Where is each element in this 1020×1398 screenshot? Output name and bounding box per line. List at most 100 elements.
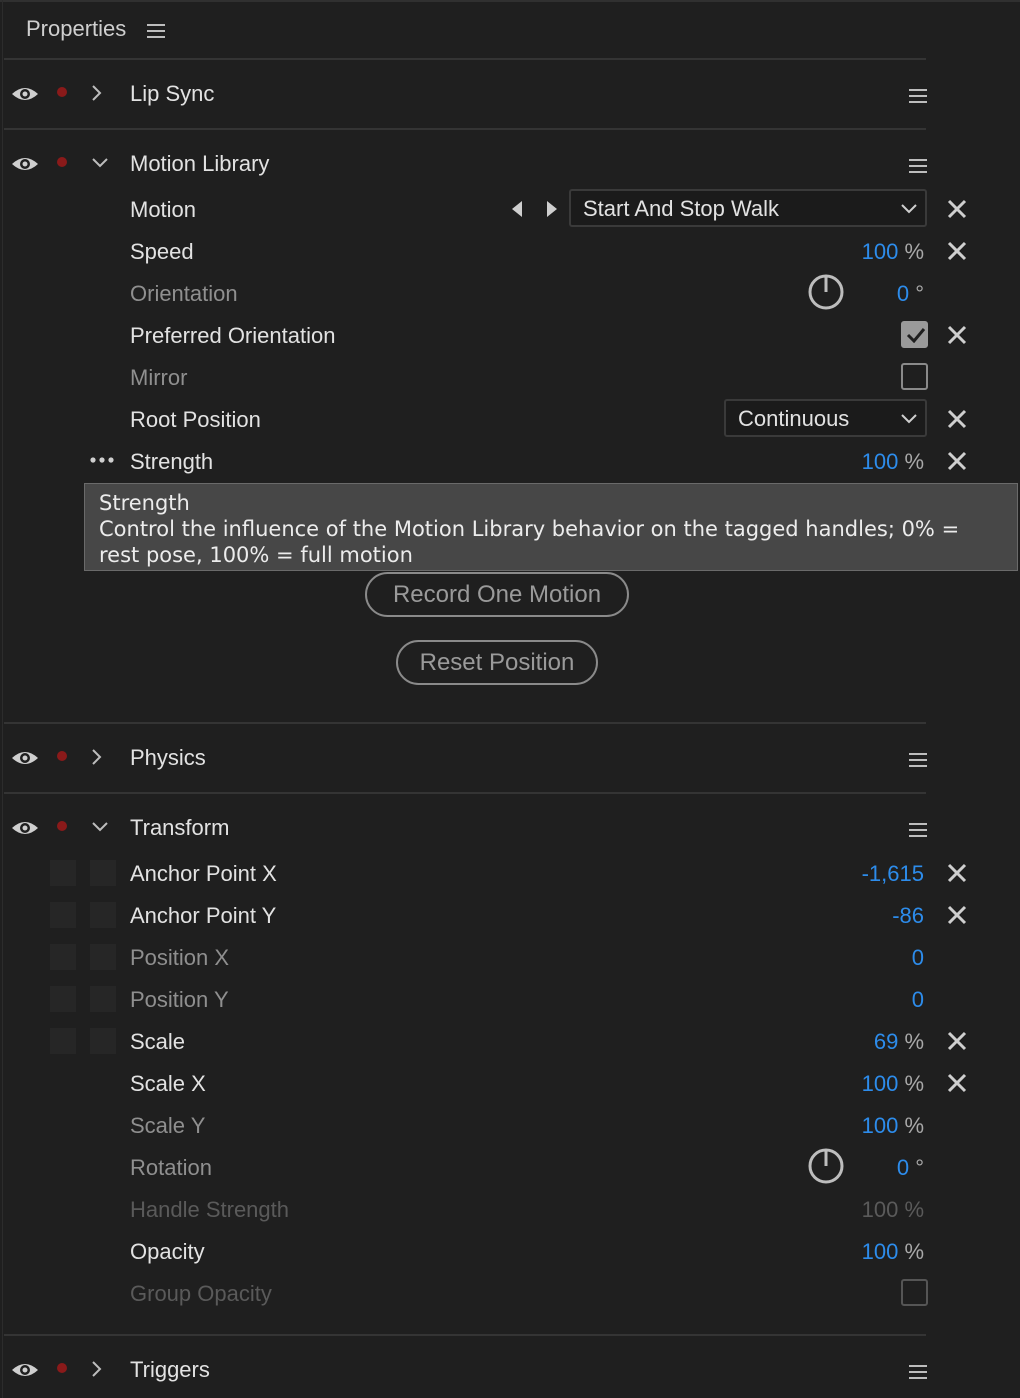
clear-icon[interactable] [946,198,968,220]
root-position-label: Root Position [130,407,261,432]
chevron-down-icon[interactable] [91,157,109,169]
scale-y-value-field[interactable]: 100 % [862,1112,924,1140]
keyframe-toggle[interactable] [50,944,76,970]
section-title[interactable]: Transform [130,814,229,842]
reset-position-button[interactable]: Reset Position [396,640,598,685]
clear-icon[interactable] [946,450,968,472]
scale-x-value[interactable]: 100 [862,1071,899,1096]
section-title[interactable]: Triggers [130,1356,210,1384]
record-arm-icon[interactable] [57,157,67,167]
panel-menu-icon[interactable] [147,23,165,39]
orientation-value[interactable]: 0 [897,281,909,306]
clear-icon[interactable] [946,408,968,430]
section-menu-icon[interactable] [909,1364,927,1380]
checkmark-icon [906,328,926,343]
link-toggle[interactable] [90,986,116,1012]
root-position-value: Continuous [738,406,850,431]
keyframe-toggle[interactable] [50,986,76,1012]
position-x-value[interactable]: 0 [912,944,924,972]
mirror-label: Mirror [130,365,188,390]
strength-label: Strength [130,449,214,474]
record-arm-icon[interactable] [57,1363,67,1373]
clear-icon[interactable] [946,1072,968,1094]
tooltip-title: Strength [99,491,190,515]
link-toggle[interactable] [90,902,116,928]
divider [4,792,926,794]
speed-value[interactable]: 100 [862,239,899,264]
opacity-unit: % [904,1239,924,1264]
root-position-dropdown[interactable]: Continuous [724,399,927,437]
handle-strength-label: Handle Strength [130,1197,289,1222]
chevron-down-icon[interactable] [91,821,109,833]
strength-value[interactable]: 100 [862,449,899,474]
chevron-right-icon[interactable] [91,1360,103,1378]
scale-x-value-field[interactable]: 100 % [862,1070,924,1098]
section-title[interactable]: Physics [130,744,206,772]
panel-header: Properties [0,0,1020,60]
orientation-value-field[interactable]: 0 ° [897,280,924,308]
divider [4,722,926,724]
record-one-motion-button[interactable]: Record One Motion [365,572,629,617]
scale-y-value[interactable]: 100 [862,1113,899,1138]
group-opacity-checkbox[interactable] [901,1279,928,1306]
strength-value-field[interactable]: 100 % [862,448,924,476]
clear-icon[interactable] [946,240,968,262]
more-options-icon[interactable] [90,455,114,465]
position-y-label: Position Y [130,987,229,1012]
section-menu-icon[interactable] [909,752,927,768]
section-menu-icon[interactable] [909,822,927,838]
clear-icon[interactable] [946,904,968,926]
clear-icon[interactable] [946,862,968,884]
anchor-point-x-value[interactable]: -1,615 [862,860,924,888]
divider [4,58,926,60]
position-y-value[interactable]: 0 [912,986,924,1014]
anchor-point-y-value[interactable]: -86 [892,902,924,930]
eye-icon[interactable] [11,84,39,104]
record-arm-icon[interactable] [57,87,67,97]
mirror-checkbox[interactable] [901,363,928,390]
section-menu-icon[interactable] [909,88,927,104]
tooltip-body: Control the influence of the Motion Libr… [99,517,960,567]
speed-value-field[interactable]: 100 % [862,238,924,266]
motion-dropdown[interactable]: Start And Stop Walk [569,189,927,227]
chevron-right-icon[interactable] [91,84,103,102]
scale-label: Scale [130,1029,186,1054]
eye-icon[interactable] [11,748,39,768]
clear-icon[interactable] [946,1030,968,1052]
eye-icon[interactable] [11,818,39,838]
opacity-value[interactable]: 100 [862,1239,899,1264]
link-toggle[interactable] [90,944,116,970]
eye-icon[interactable] [11,154,39,174]
keyframe-toggle[interactable] [50,860,76,886]
eye-icon[interactable] [11,1360,39,1380]
record-arm-icon[interactable] [57,751,67,761]
next-motion-icon[interactable] [545,200,559,218]
anchor-point-y-label: Anchor Point Y [130,903,277,928]
keyframe-toggle[interactable] [50,1028,76,1054]
record-arm-icon[interactable] [57,821,67,831]
motion-label: Motion [130,197,197,222]
divider [4,128,926,130]
scale-value-field[interactable]: 69 % [874,1028,924,1056]
scale-value[interactable]: 69 [874,1029,898,1054]
link-toggle[interactable] [90,860,116,886]
rotation-value[interactable]: 0 [897,1155,909,1180]
section-title[interactable]: Motion Library [130,150,269,178]
link-toggle[interactable] [90,1028,116,1054]
keyframe-toggle[interactable] [50,902,76,928]
rotation-dial-icon[interactable] [806,272,846,312]
clear-icon[interactable] [946,324,968,346]
chevron-right-icon[interactable] [91,748,103,766]
tooltip: Strength Control the influence of the Mo… [84,483,1018,571]
section-menu-icon[interactable] [909,158,927,174]
strength-unit: % [904,449,924,474]
rotation-value-field[interactable]: 0 ° [897,1154,924,1182]
preferred-orientation-checkbox[interactable] [901,321,928,348]
rotation-label: Rotation [130,1155,212,1180]
scale-unit: % [904,1029,924,1054]
previous-motion-icon[interactable] [510,200,524,218]
opacity-value-field[interactable]: 100 % [862,1238,924,1266]
handle-strength-value: 100 [861,1197,899,1222]
section-title[interactable]: Lip Sync [130,80,214,108]
rotation-dial-icon[interactable] [806,1146,846,1186]
